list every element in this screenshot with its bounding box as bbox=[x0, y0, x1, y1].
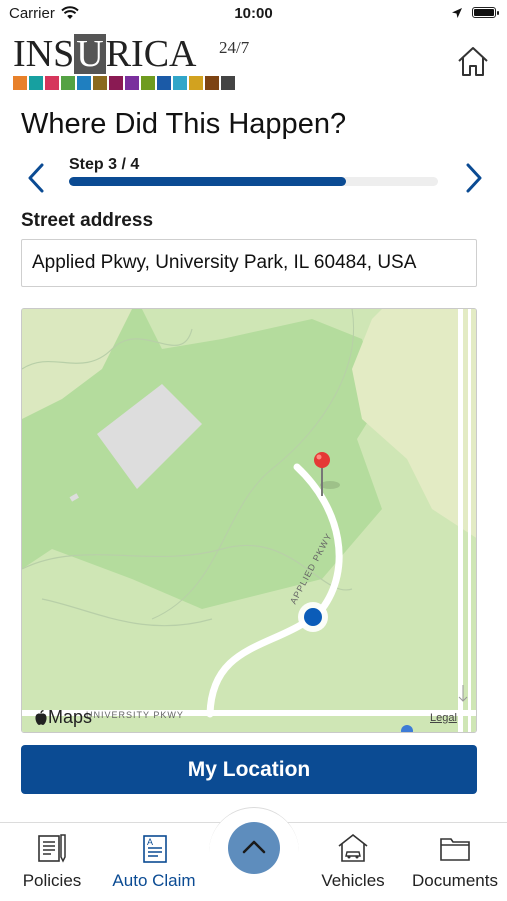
svg-text:A: A bbox=[147, 837, 153, 847]
battery-icon bbox=[472, 7, 499, 18]
page-title: Where Did This Happen? bbox=[21, 108, 347, 140]
status-bar: Carrier 10:00 bbox=[0, 0, 507, 28]
logo-swatch bbox=[109, 76, 123, 90]
insurica-logo: INSURICA 24/7 bbox=[13, 32, 253, 94]
logo-swatch bbox=[221, 76, 235, 90]
policies-icon bbox=[38, 834, 66, 863]
logo-swatch bbox=[77, 76, 91, 90]
map-view[interactable]: APPLIED PKWY UNIVERSITY PKWY Maps Legal bbox=[21, 308, 477, 733]
auto-claim-icon: A bbox=[143, 835, 167, 863]
apple-icon bbox=[35, 709, 47, 725]
apple-maps-logo: Maps bbox=[34, 707, 92, 728]
logo-swatch bbox=[157, 76, 171, 90]
logo-swatch bbox=[173, 76, 187, 90]
road-label-university: UNIVERSITY PKWY bbox=[86, 710, 184, 720]
my-location-button[interactable]: My Location bbox=[21, 745, 477, 794]
chevron-up-icon bbox=[242, 840, 266, 853]
logo-swatch bbox=[61, 76, 75, 90]
documents-icon bbox=[440, 838, 470, 861]
expand-menu-button[interactable] bbox=[228, 822, 280, 874]
logo-swatch bbox=[93, 76, 107, 90]
home-icon[interactable] bbox=[454, 44, 492, 80]
tab-auto-claim[interactable]: A Auto Claim bbox=[104, 823, 204, 901]
tab-vehicles[interactable]: Vehicles bbox=[303, 823, 403, 901]
tab-documents[interactable]: Documents bbox=[405, 823, 505, 901]
next-step-icon[interactable] bbox=[458, 160, 488, 196]
logo-swatch bbox=[29, 76, 43, 90]
vehicles-icon bbox=[338, 833, 368, 862]
step-label: Step 3 / 4 bbox=[69, 156, 140, 173]
logo-swatch bbox=[189, 76, 203, 90]
tab-policies[interactable]: Policies bbox=[2, 823, 102, 901]
step-progress-bar bbox=[69, 177, 438, 186]
clock: 10:00 bbox=[234, 5, 273, 22]
map-legal-link[interactable]: Legal bbox=[430, 712, 457, 724]
logo-color-swatches bbox=[13, 76, 235, 90]
logo-superscript: 24/7 bbox=[219, 38, 250, 57]
logo-swatch bbox=[13, 76, 27, 90]
previous-step-icon[interactable] bbox=[22, 160, 52, 196]
street-address-label: Street address bbox=[21, 210, 154, 231]
logo-swatch bbox=[141, 76, 155, 90]
logo-swatch bbox=[125, 76, 139, 90]
location-arrow-icon bbox=[452, 8, 462, 18]
logo-swatch bbox=[205, 76, 219, 90]
logo-swatch bbox=[45, 76, 59, 90]
street-address-input[interactable] bbox=[21, 239, 477, 287]
